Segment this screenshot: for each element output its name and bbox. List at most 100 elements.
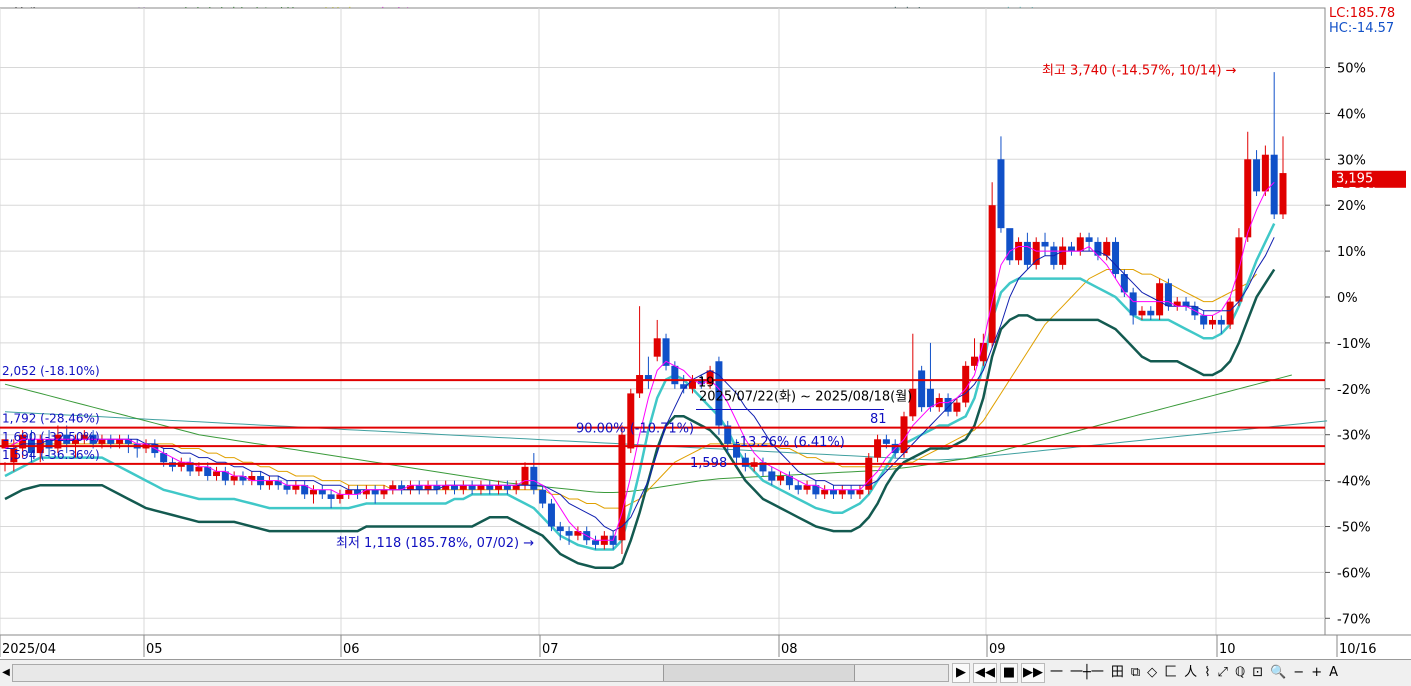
candle-body (741, 457, 749, 467)
candle-body (309, 489, 317, 495)
x-tick-label: 09 (989, 642, 1006, 657)
candle-body (503, 485, 511, 490)
horizontal-scrollbar[interactable]: ◀ ▶ ◀◀ ■ ▶▶ 一一┼一田 ⧉ ◇ 匚人 ⌇ ⤢ ℚ ⊡ 🔍 − + A (0, 659, 1411, 686)
y-tick-label: -10% (1337, 337, 1371, 352)
scroll-left-arrow-icon[interactable]: ◀ (0, 664, 12, 682)
x-tick-label: 08 (781, 642, 798, 657)
y-tick-label: -50% (1337, 521, 1371, 536)
x-axis-band (0, 635, 1411, 659)
candle-body (1112, 241, 1120, 275)
pct-annotation: 90.00% (-10.71%) (576, 421, 694, 436)
scroll-track[interactable] (12, 664, 949, 682)
toolbar-button[interactable]: ◇ (1145, 664, 1159, 682)
candle-body (389, 485, 397, 490)
high-annotation: 최고 3,740 (-14.57%, 10/14) → (1042, 63, 1237, 78)
candle-body (1182, 301, 1190, 307)
y-tick-label: -60% (1337, 566, 1371, 581)
candle-body (292, 485, 300, 490)
candle-body (838, 489, 846, 495)
y-tick-label: -20% (1337, 383, 1371, 398)
x-tick-label: 10/16 (1339, 642, 1376, 657)
y-tick-label: -30% (1337, 429, 1371, 444)
candle-body (380, 489, 388, 495)
toolbar-button[interactable]: A (1327, 664, 1340, 682)
candle-body (415, 485, 423, 490)
candle-body (918, 370, 926, 408)
toolbar-button[interactable]: − (1291, 664, 1306, 682)
y-tick-label: 30% (1337, 153, 1366, 168)
candle-body (1041, 241, 1049, 247)
candle-body (107, 439, 115, 444)
toolbar-button[interactable]: ⧉ (1129, 664, 1142, 682)
toolbar-button[interactable]: ▶▶ (1021, 663, 1045, 683)
y-tick-label: 40% (1337, 107, 1366, 122)
price-level-price: 1,792 (2, 412, 36, 426)
candle-body (283, 485, 291, 490)
candle-body (424, 485, 432, 490)
candle-body (1076, 237, 1084, 252)
candle-body (318, 489, 326, 495)
candle-body (1156, 283, 1164, 316)
y-tick-label: 20% (1337, 199, 1366, 214)
candlestick-chart: 50% 40% 30% 20% 10% 0% -10% -20% -30% -40% -50% -60… (0, 7, 1411, 659)
candle-body (327, 494, 335, 499)
toolbar-button[interactable]: + (1309, 664, 1324, 682)
toolbar-button[interactable]: 一┼一 (1068, 664, 1106, 682)
candle-body (442, 485, 450, 490)
candle-body (539, 489, 547, 504)
y-tick-label: -70% (1337, 612, 1371, 627)
toolbar-button[interactable]: 田 (1109, 664, 1126, 682)
price-level-price: 1,690 (2, 430, 36, 444)
candle-body (213, 471, 221, 477)
candle-body (653, 338, 661, 357)
count-label: 19 (698, 376, 715, 391)
price-tag-change: 7.76% (1336, 186, 1377, 201)
toolbar-button[interactable]: 🔍 (1268, 664, 1288, 682)
toolbar-button[interactable]: ⌇ (1202, 664, 1212, 682)
price-level-label: 1,792 (-28.46%) (2, 412, 100, 426)
toolbar-button[interactable]: 一 (1048, 664, 1065, 682)
toolbar-button[interactable]: ▶ (952, 663, 970, 683)
candle-body (1253, 159, 1261, 192)
toolbar-button[interactable]: ⤢ (1216, 664, 1230, 682)
chart-toolbar: ▶ ◀◀ ■ ▶▶ 一一┼一田 ⧉ ◇ 匚人 ⌇ ⤢ ℚ ⊡ 🔍 − + A (952, 662, 1340, 684)
candle-body (248, 476, 256, 481)
candle-body (459, 485, 467, 490)
price-level-label: 1,594 (-36.36%) (2, 448, 100, 462)
candle-body (451, 485, 459, 490)
toolbar-button[interactable]: ◀◀ (973, 663, 997, 683)
toolbar-button[interactable]: ■ (1000, 663, 1018, 683)
candle-body (362, 489, 370, 495)
candle-body (486, 485, 494, 490)
candle-body (477, 485, 485, 490)
candle-body (803, 485, 811, 490)
range-annotation: 2025/07/22(화) ~ 2025/08/18(월) (699, 389, 912, 404)
candle-body (1138, 310, 1146, 316)
candle-body (926, 388, 934, 408)
price-level-price: 1,594 (2, 448, 36, 462)
candle-body (953, 402, 961, 412)
candle-body (829, 489, 837, 495)
price-level-pct: (-28.46%) (36, 412, 99, 426)
candle-body (468, 485, 476, 490)
toolbar-button[interactable]: ℚ (1233, 664, 1247, 682)
x-tick-label: 10 (1219, 642, 1236, 657)
toolbar-button[interactable]: 匚 (1162, 664, 1179, 682)
price-level-price: 2,052 (2, 364, 36, 378)
candle-body (1226, 301, 1234, 325)
candle-body (406, 485, 414, 490)
candle-body (856, 489, 864, 495)
toolbar-button[interactable]: 人 (1182, 664, 1199, 682)
candle-body (1023, 241, 1031, 265)
candle-body (124, 439, 132, 444)
plot-area (0, 7, 1326, 636)
candle-body (565, 531, 573, 536)
candle-body (336, 494, 344, 499)
y-tick-label: 0% (1337, 291, 1358, 306)
candle-body (1059, 246, 1067, 265)
candle-body (794, 485, 802, 490)
toolbar-button[interactable]: ⊡ (1250, 664, 1265, 682)
candle-body (768, 471, 776, 481)
candle-body (1279, 173, 1287, 215)
scroll-thumb[interactable] (663, 665, 855, 681)
